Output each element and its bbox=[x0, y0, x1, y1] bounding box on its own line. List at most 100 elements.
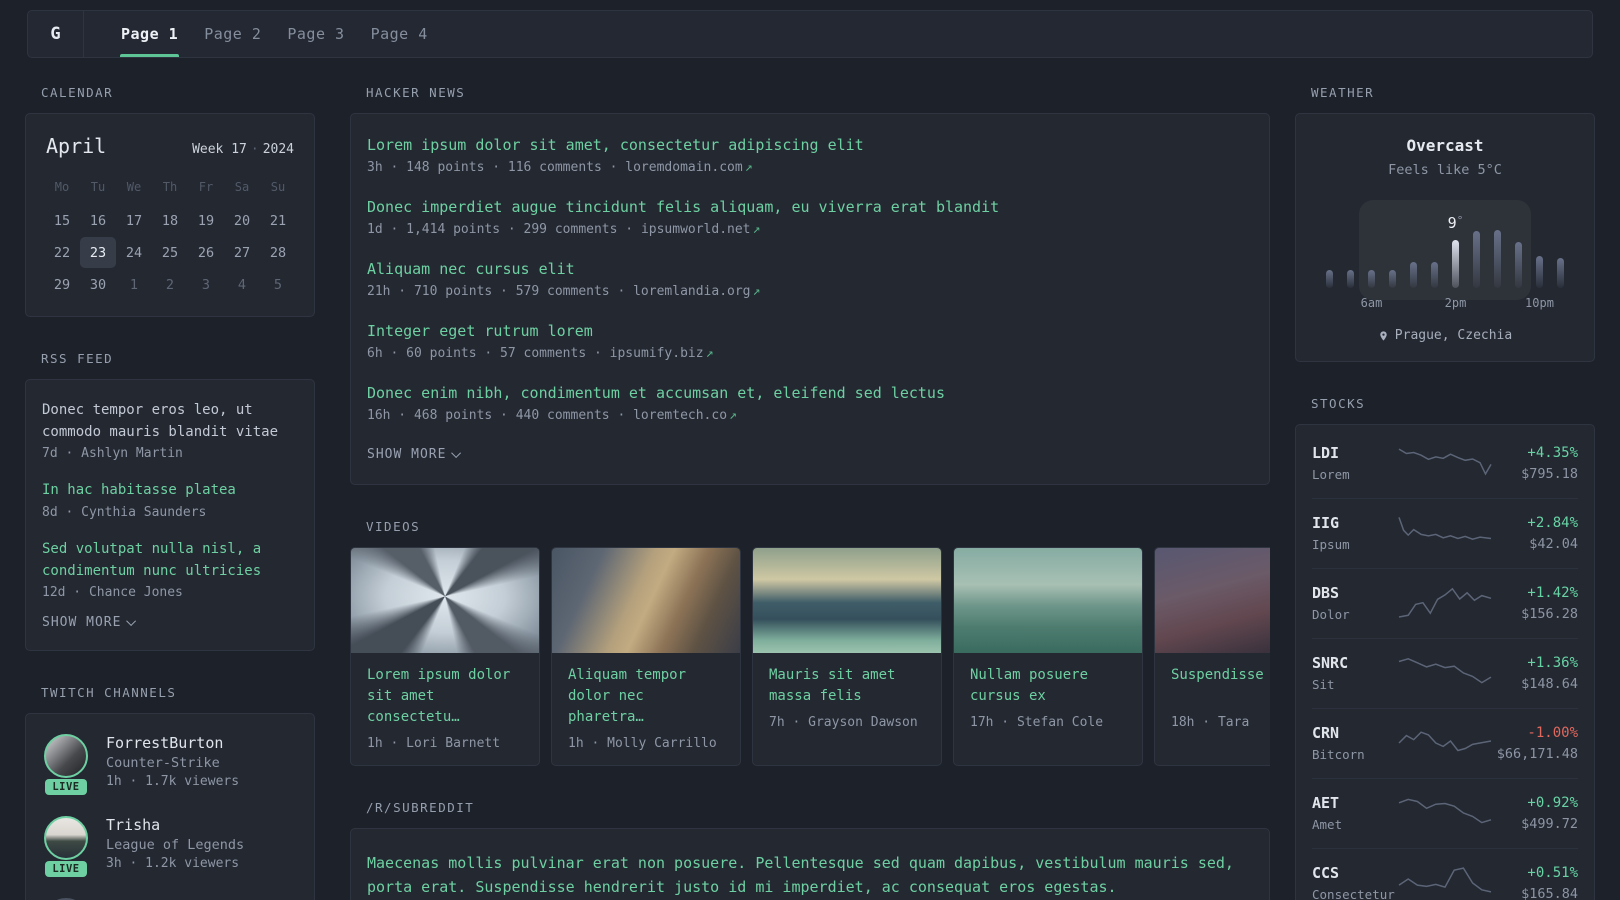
tab-page-2[interactable]: Page 2 bbox=[203, 11, 262, 57]
stock-ticker[interactable]: CCS bbox=[1312, 864, 1397, 882]
app-logo[interactable]: G bbox=[28, 11, 84, 57]
stock-row[interactable]: AET Amet +0.92% $499.72 bbox=[1312, 778, 1578, 848]
hackernews-item-domain[interactable]: loremtech.co bbox=[633, 408, 727, 423]
video-card-body: Lorem ipsum dolor sit amet consectetu… 1h… bbox=[351, 653, 539, 765]
stock-sparkline bbox=[1397, 441, 1493, 485]
stock-ticker[interactable]: LDI bbox=[1312, 444, 1397, 462]
tab-page-3[interactable]: Page 3 bbox=[286, 11, 345, 57]
hackernews-item: Donec imperdiet augue tincidunt felis al… bbox=[367, 198, 1253, 237]
twitch-channel-name[interactable]: ForrestBurton bbox=[106, 734, 239, 752]
twitch-channel-name[interactable]: Trisha bbox=[106, 816, 244, 834]
calendar-month: April bbox=[46, 134, 107, 158]
stock-row[interactable]: SNRC Sit +1.36% $148.64 bbox=[1312, 638, 1578, 708]
external-link-arrow-icon: ↗ bbox=[752, 222, 761, 237]
calendar-day-header: Su bbox=[270, 180, 286, 194]
rss-show-more-button[interactable]: SHOW MORE bbox=[42, 615, 137, 630]
weather-hour-bar bbox=[1368, 270, 1375, 288]
stock-row[interactable]: IIG Ipsum +2.84% $42.04 bbox=[1312, 498, 1578, 568]
weather-hour-bar bbox=[1326, 270, 1333, 288]
hackernews-item-meta: 21h · 710 points · 579 comments · loreml… bbox=[367, 284, 1253, 299]
weather-widget: WEATHER Overcast Feels like 5°C 9° 6am 2p… bbox=[1295, 85, 1595, 362]
rss-item-title[interactable]: In hac habitasse platea bbox=[42, 480, 298, 502]
video-title[interactable]: Suspendisse diam bbox=[1171, 665, 1270, 707]
sparkline-chart-icon bbox=[1398, 658, 1492, 684]
daytime-highlight bbox=[1359, 200, 1531, 300]
video-meta: 7h · Grayson Dawson bbox=[769, 715, 918, 730]
twitch-channel-meta: 1h · 1.7k viewers bbox=[106, 774, 240, 790]
stock-row[interactable]: CCS Consectetur +0.51% $165.84 bbox=[1312, 848, 1578, 900]
video-thumbnail[interactable] bbox=[954, 548, 1142, 653]
stock-ticker[interactable]: CRN bbox=[1312, 724, 1397, 742]
video-card[interactable]: Nullam posuere cursus ex 17h · Stefan Col… bbox=[953, 547, 1143, 766]
video-thumbnail[interactable] bbox=[753, 548, 941, 653]
stock-ticker[interactable]: DBS bbox=[1312, 584, 1397, 602]
calendar-header: April Week 17 · 2024 bbox=[44, 134, 296, 158]
external-link-arrow-icon: ↗ bbox=[705, 346, 714, 361]
stock-ticker[interactable]: IIG bbox=[1312, 514, 1397, 532]
hackernews-card: Lorem ipsum dolor sit amet, consectetur … bbox=[350, 113, 1270, 485]
hackernews-item-title[interactable]: Aliquam nec cursus elit bbox=[367, 260, 1253, 278]
hackernews-show-more-button[interactable]: SHOW MORE bbox=[367, 447, 462, 462]
calendar-widget: CALENDAR April Week 17 · 2024 Mo Tu We Th Fr Sa… bbox=[25, 85, 315, 317]
calendar-week-number: Week 17 bbox=[192, 142, 247, 157]
stock-change-percent: +1.36% bbox=[1527, 654, 1578, 671]
hackernews-item-domain[interactable]: ipsumify.biz bbox=[610, 346, 704, 361]
weather-current-temp: 9° bbox=[1448, 214, 1464, 232]
stock-row[interactable]: CRN Bitcorn -1.00% $66,171.48 bbox=[1312, 708, 1578, 778]
twitch-channel-row[interactable]: LIVE Trisha League of Legends 3h · 1.2k vie… bbox=[42, 816, 298, 878]
tab-page-4[interactable]: Page 4 bbox=[370, 11, 429, 57]
sparkline-chart-icon bbox=[1398, 517, 1492, 540]
videos-row: Lorem ipsum dolor sit amet consectetu… 1h… bbox=[350, 547, 1270, 766]
hackernews-item-title[interactable]: Integer eget rutrum lorem bbox=[367, 322, 1253, 340]
weather-hour-bar bbox=[1536, 256, 1543, 288]
hackernews-item-domain[interactable]: loremlandia.org bbox=[633, 284, 750, 299]
calendar-card: April Week 17 · 2024 Mo Tu We Th Fr Sa Su 15 16 17 1… bbox=[25, 113, 315, 317]
weather-current-hour-bar bbox=[1452, 240, 1459, 288]
hackernews-item-domain[interactable]: loremdomain.com bbox=[625, 160, 742, 175]
stocks-section-label: STOCKS bbox=[1311, 396, 1366, 411]
sparkline-chart-icon bbox=[1398, 867, 1492, 893]
middle-column: HACKER NEWS Lorem ipsum dolor sit amet, … bbox=[350, 85, 1270, 900]
video-card[interactable]: Mauris sit amet massa felis 7h · Grayson … bbox=[752, 547, 942, 766]
calendar-day-header: We bbox=[126, 180, 142, 194]
hackernews-item-title[interactable]: Lorem ipsum dolor sit amet, consectetur … bbox=[367, 136, 1253, 154]
twitch-avatar-wrap: LIVE bbox=[42, 734, 90, 796]
stocks-card: LDI Lorem +4.35% $795.18 IIG Ipsum +2.84% $42.0… bbox=[1295, 424, 1595, 900]
video-thumbnail[interactable] bbox=[351, 548, 539, 653]
rss-item-meta: 12d · Chance Jones bbox=[42, 585, 183, 601]
calendar-day: 28 bbox=[269, 244, 287, 261]
stock-sparkline bbox=[1397, 511, 1493, 555]
video-card[interactable]: Aliquam tempor dolor nec pharetra… 1h · M… bbox=[551, 547, 741, 766]
rss-item-title[interactable]: Donec tempor eros leo, ut commodo mauris… bbox=[42, 400, 298, 443]
weather-hour-bar bbox=[1515, 242, 1522, 288]
tab-page-1[interactable]: Page 1 bbox=[120, 11, 180, 57]
video-thumbnail[interactable] bbox=[1155, 548, 1270, 653]
video-card[interactable]: Lorem ipsum dolor sit amet consectetu… 1h… bbox=[350, 547, 540, 766]
rss-item-title[interactable]: Sed volutpat nulla nisl, a condimentum n… bbox=[42, 539, 298, 582]
video-thumbnail[interactable] bbox=[552, 548, 740, 653]
stock-ticker[interactable]: AET bbox=[1312, 794, 1397, 812]
stock-row[interactable]: LDI Lorem +4.35% $795.18 bbox=[1312, 429, 1578, 498]
video-card[interactable]: Suspendisse diam 18h · Tara bbox=[1154, 547, 1270, 766]
video-title[interactable]: Nullam posuere cursus ex bbox=[970, 665, 1126, 707]
weather-time-label: 10pm bbox=[1525, 296, 1554, 310]
weather-location[interactable]: Prague, Czechia bbox=[1395, 328, 1512, 343]
subreddit-post-title[interactable]: Maecenas mollis pulvinar erat non posuer… bbox=[367, 851, 1253, 899]
video-title[interactable]: Mauris sit amet massa felis bbox=[769, 665, 925, 707]
sparkline-chart-icon bbox=[1398, 448, 1492, 476]
rss-item-meta: 7d · Ashlyn Martin bbox=[42, 446, 183, 462]
hackernews-item-domain[interactable]: ipsumworld.net bbox=[641, 222, 751, 237]
video-card-body: Aliquam tempor dolor nec pharetra… 1h · M… bbox=[552, 653, 740, 765]
stocks-widget: STOCKS LDI Lorem +4.35% $795.18 IIG Ipsum +2.8… bbox=[1295, 396, 1595, 900]
hackernews-item-title[interactable]: Donec imperdiet augue tincidunt felis al… bbox=[367, 198, 1253, 216]
stock-sparkline bbox=[1397, 581, 1493, 625]
stock-ticker[interactable]: SNRC bbox=[1312, 654, 1397, 672]
calendar-day: 3 bbox=[201, 276, 211, 293]
twitch-card: LIVE ForrestBurton Counter-Strike 1h · 1.7k… bbox=[25, 713, 315, 900]
hackernews-item-title[interactable]: Donec enim nibh, condimentum et accumsan… bbox=[367, 384, 1253, 402]
twitch-channel-row[interactable]: LIVE ForrestBurton Counter-Strike 1h · 1.7k… bbox=[42, 734, 298, 796]
video-title[interactable]: Aliquam tempor dolor nec pharetra… bbox=[568, 665, 724, 728]
video-title[interactable]: Lorem ipsum dolor sit amet consectetu… bbox=[367, 665, 523, 728]
videos-section-label: VIDEOS bbox=[366, 519, 421, 534]
stock-row[interactable]: DBS Dolor +1.42% $156.28 bbox=[1312, 568, 1578, 638]
